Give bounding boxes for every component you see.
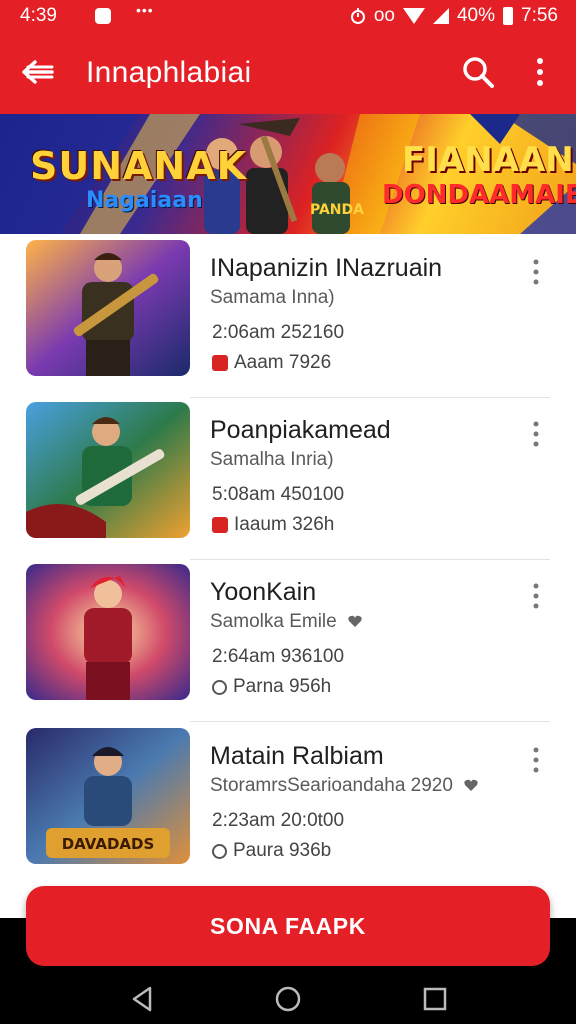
game-thumbnail[interactable] (26, 402, 190, 538)
item-subtitle: StoramrsSearioandaha 2920 (210, 775, 478, 797)
status-time-left: 4:39 (20, 5, 57, 26)
clock-icon (212, 679, 227, 695)
signal-icon (432, 8, 449, 24)
item-subtitle-text: Samolka Emile (210, 611, 337, 632)
page-title: Innaphlabiai (86, 56, 252, 89)
item-meta: 2:23am 20:0t00 (212, 810, 345, 831)
item-meta-secondary-text: Aaam 7926 (234, 352, 332, 373)
heart-icon (464, 779, 478, 791)
item-meta: 2:64am 936100 (212, 646, 345, 667)
nav-home-icon[interactable] (273, 984, 303, 1014)
list-item[interactable]: YoonKain Samolka Emile 2:64am 936100 Par… (0, 558, 576, 722)
battery-percent: 40% (456, 5, 496, 26)
status-bar: 4:39 ••• oo 40% 7:56 (0, 0, 576, 32)
nav-recents-icon[interactable] (420, 984, 450, 1014)
primary-action-button[interactable]: SONA FAAPK (26, 886, 550, 966)
game-thumbnail[interactable]: DAVADADS (26, 728, 190, 864)
list-item[interactable]: INapanizin INazruain Samama Inna) 2:06am… (0, 234, 576, 398)
search-icon[interactable] (458, 52, 498, 92)
item-more-icon[interactable] (524, 744, 548, 778)
app-bar: Innaphlabiai (0, 32, 576, 114)
item-more-icon[interactable] (524, 256, 548, 290)
network-indicator: oo (373, 5, 395, 26)
item-meta-secondary-text: Parna 956h (233, 676, 332, 697)
heart-icon (348, 615, 362, 627)
banner-logo-title: SUNANAK (30, 144, 248, 188)
list-item[interactable]: DAVADADS Matain Ralbiam StoramrsSearioan… (0, 722, 576, 886)
list-item[interactable]: Poanpiakamead Samalha Inria) 5:08am 4501… (0, 396, 576, 560)
banner-logo-subtitle: Nagaiaan (86, 188, 203, 213)
item-subtitle-text: StoramrsSearioandaha 2920 (210, 775, 453, 796)
item-meta: 2:06am 252160 (212, 322, 345, 343)
item-more-icon[interactable] (524, 418, 548, 452)
item-title: YoonKain (210, 578, 317, 606)
banner-right-title: FIANAAN (402, 140, 574, 180)
item-meta-secondary: Paura 936b (212, 840, 331, 862)
banner-center-text: PANDA (310, 202, 364, 218)
banner-right-subtitle: DONDAAMAIE!! (382, 180, 576, 210)
item-meta: 5:08am 450100 (212, 484, 345, 505)
clock-icon (212, 843, 227, 859)
item-subtitle: Samalha Inria) (210, 449, 334, 470)
item-meta-secondary: Aaam 7926 (212, 352, 331, 374)
game-thumbnail[interactable] (26, 240, 190, 376)
wifi-icon (402, 8, 425, 24)
arrow-left-icon[interactable] (18, 54, 58, 90)
item-meta-secondary-text: Paura 936b (233, 840, 332, 861)
red-tag-icon (212, 517, 228, 533)
battery-icon (503, 7, 514, 25)
nav-back-icon[interactable] (128, 984, 158, 1014)
game-thumbnail[interactable] (26, 564, 190, 700)
svg-text:DAVADADS: DAVADADS (62, 835, 155, 853)
item-title: Matain Ralbiam (210, 742, 384, 770)
item-title: INapanizin INazruain (210, 254, 443, 282)
item-more-icon[interactable] (524, 580, 548, 614)
item-meta-secondary-text: Iaaum 326h (234, 514, 335, 535)
status-time-right: 7:56 (521, 5, 558, 26)
item-subtitle: Samama Inna) (210, 287, 335, 308)
notification-icon (95, 8, 111, 24)
promo-banner[interactable]: SUNANAK Nagaiaan PANDA FIANAAN DONDAAMAI… (0, 114, 576, 234)
item-meta-secondary: Iaaum 326h (212, 514, 334, 536)
item-meta-secondary: Parna 956h (212, 676, 331, 698)
item-title: Poanpiakamead (210, 416, 391, 444)
status-dots: ••• (136, 2, 154, 18)
more-vertical-icon[interactable] (526, 52, 554, 92)
status-right: oo 40% 7:56 (350, 5, 558, 27)
item-subtitle: Samolka Emile (210, 611, 362, 633)
alarm-icon (350, 8, 365, 24)
red-tag-icon (212, 355, 228, 371)
